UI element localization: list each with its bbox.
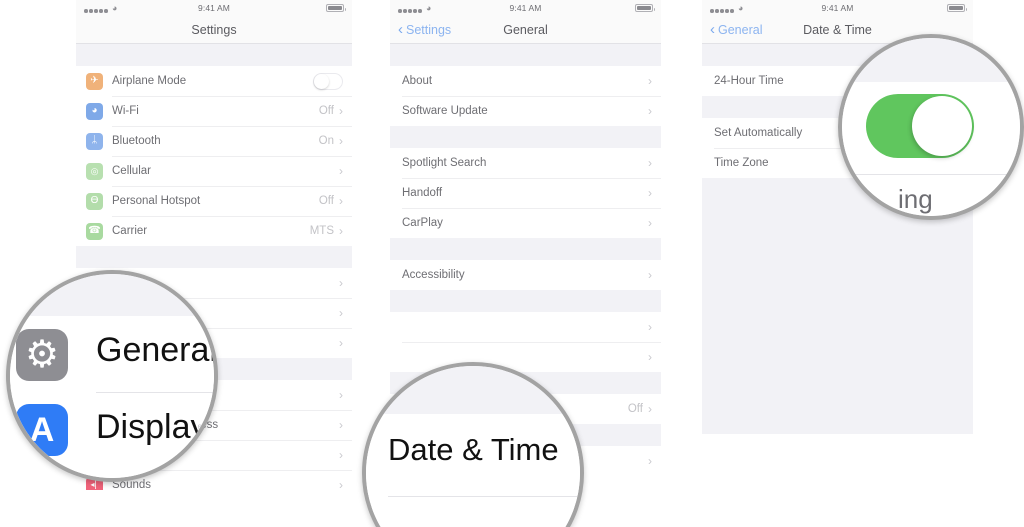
chevron-right-icon: › <box>648 216 652 230</box>
row-carrier[interactable]: ☎ Carrier MTS › <box>76 216 352 246</box>
general-group-2: Spotlight Search › Handoff › CarPlay › <box>390 148 661 238</box>
row-about[interactable]: About › <box>390 66 661 96</box>
chevron-right-icon: › <box>648 104 652 118</box>
chevron-right-icon: › <box>339 478 343 490</box>
chevron-right-icon: › <box>648 402 652 416</box>
page-background-fill <box>702 202 973 434</box>
chevron-right-icon: › <box>339 134 343 148</box>
battery-icon <box>326 4 346 12</box>
status-bar: ◕ 9:41 AM <box>702 0 973 16</box>
chevron-right-icon: › <box>339 164 343 178</box>
chevron-right-icon: › <box>648 320 652 334</box>
battery-icon <box>947 4 967 12</box>
row-label: Bluetooth <box>112 135 161 147</box>
tutorial-screenshot-strip: ◕ 9:41 AM Settings ✈ Airplane Mode ◕ Wi-… <box>0 0 1024 527</box>
chevron-right-icon: › <box>339 388 343 402</box>
row-spotlight-search[interactable]: Spotlight Search › <box>390 148 661 178</box>
settings-group-connectivity: ✈ Airplane Mode ◕ Wi-Fi Off › ᛦ Bluetoot… <box>76 66 352 246</box>
general-group-1: About › Software Update › <box>390 66 661 126</box>
chevron-right-icon: › <box>339 418 343 432</box>
chevron-right-icon: › <box>648 454 652 468</box>
chevron-right-icon: › <box>648 156 652 170</box>
group-gap <box>76 246 352 268</box>
phone-icon: ☎ <box>86 222 103 240</box>
status-bar-time: 9:41 AM <box>198 3 230 13</box>
group-gap <box>390 290 661 312</box>
chevron-right-icon: › <box>648 186 652 200</box>
chevron-right-icon: › <box>339 276 343 290</box>
chevron-right-icon: › <box>339 306 343 320</box>
clipped-accessibility-text: ess <box>197 422 210 431</box>
chevron-right-icon: › <box>648 74 652 88</box>
status-bar-time: 9:41 AM <box>821 3 854 13</box>
chevron-right-icon: › <box>339 448 343 462</box>
chevron-right-icon: › <box>339 194 343 208</box>
row-software-update[interactable]: Software Update › <box>390 96 661 126</box>
chevron-right-icon: › <box>648 350 652 364</box>
magnified-label-display: Display <box>96 408 208 446</box>
nav-bar: ‹ Settings General <box>390 16 661 44</box>
status-bar-time: 9:41 AM <box>509 3 542 13</box>
row-cellular[interactable]: ◎ Cellular › <box>76 156 352 186</box>
airplane-mode-toggle[interactable] <box>313 72 343 90</box>
clipped-set-automatically-text: ing <box>898 184 933 214</box>
nav-bar: Settings <box>76 16 352 44</box>
row-airplane-mode[interactable]: ✈ Airplane Mode <box>76 66 352 96</box>
row-bluetooth[interactable]: ᛦ Bluetooth On › <box>76 126 352 156</box>
row-personal-hotspot[interactable]: ϴ Personal Hotspot Off › <box>76 186 352 216</box>
chevron-right-icon: › <box>339 336 343 350</box>
row-carplay[interactable]: CarPlay › <box>390 208 661 238</box>
magnified-24-hour-toggle[interactable] <box>866 94 974 158</box>
magnified-label-general: General <box>96 331 217 369</box>
page-title: Settings <box>191 22 237 37</box>
row-label: Software Update <box>402 105 488 117</box>
group-gap <box>390 44 661 66</box>
row-value: Off <box>318 195 334 207</box>
magnifier-date-time: Date & Time <box>362 362 584 527</box>
row-value: Off <box>318 105 334 117</box>
row-label: Sounds <box>112 479 152 490</box>
chevron-right-icon: › <box>648 268 652 282</box>
status-bar: ◕ 9:41 AM <box>76 0 352 16</box>
row-label: Cellular <box>112 165 151 177</box>
magnifier-general: ⚙ General A Display ess <box>6 270 218 482</box>
group-gap <box>390 126 661 148</box>
wifi-icon: ◕ <box>86 102 103 120</box>
row-wifi[interactable]: ◕ Wi-Fi Off › <box>76 96 352 126</box>
row-label: Spotlight Search <box>402 157 487 169</box>
row-storage[interactable]: › <box>390 312 661 342</box>
row-label: Carrier <box>112 225 148 237</box>
row-value: Off <box>627 403 643 415</box>
magnified-label-date-time: Date & Time <box>388 432 559 467</box>
row-handoff[interactable]: Handoff › <box>390 178 661 208</box>
row-value: On <box>318 135 334 147</box>
row-label: Personal Hotspot <box>112 195 201 207</box>
row-value: MTS <box>309 225 334 237</box>
magnifier-24-hour-toggle: ing <box>838 34 1024 220</box>
status-bar: ◕ 9:41 AM <box>390 0 661 16</box>
row-label: Airplane Mode <box>112 75 187 87</box>
group-gap <box>76 44 352 66</box>
row-label: About <box>402 75 433 87</box>
display-icon: A <box>16 404 68 456</box>
row-accessibility[interactable]: Accessibility › <box>390 260 661 290</box>
page-title: General <box>503 22 548 37</box>
general-group-4: › › <box>390 312 661 372</box>
row-label: Handoff <box>402 187 443 199</box>
chevron-right-icon: › <box>339 224 343 238</box>
chevron-right-icon: › <box>339 104 343 118</box>
battery-icon <box>635 4 655 12</box>
airplane-icon: ✈ <box>86 72 103 90</box>
row-label: Wi-Fi <box>112 105 139 117</box>
row-label: Accessibility <box>402 269 465 281</box>
row-label: CarPlay <box>402 217 443 229</box>
group-gap <box>390 238 661 260</box>
bluetooth-icon: ᛦ <box>86 132 103 150</box>
hotspot-icon: ϴ <box>86 192 103 210</box>
gear-icon: ⚙ <box>16 329 68 381</box>
general-group-3: Accessibility › <box>390 260 661 290</box>
cellular-icon: ◎ <box>86 162 103 180</box>
